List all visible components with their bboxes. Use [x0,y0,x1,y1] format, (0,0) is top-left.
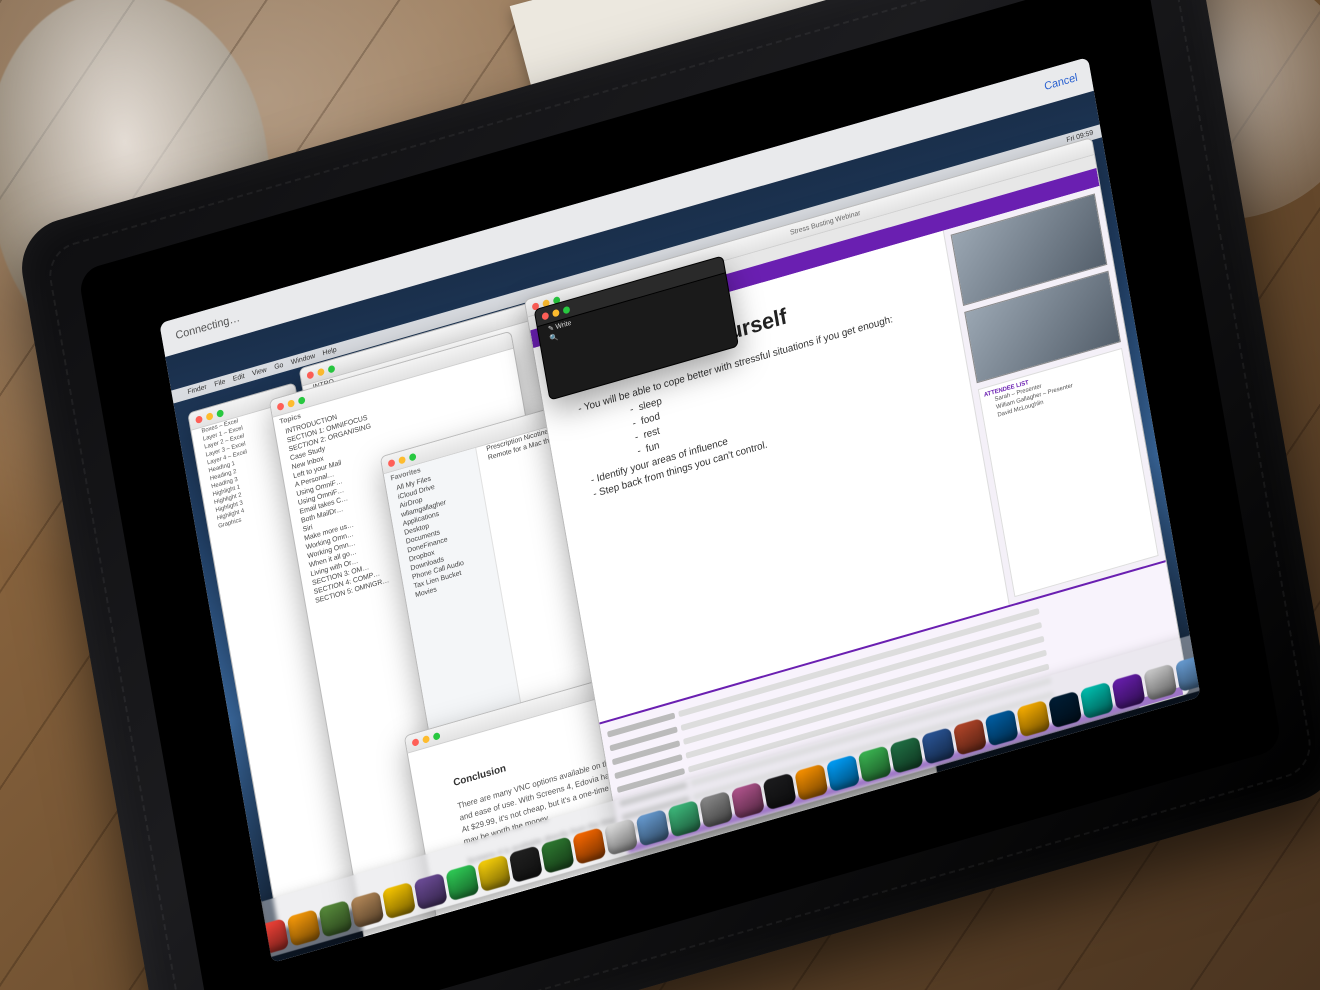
dock-app-icon[interactable] [1143,663,1177,701]
cancel-button[interactable]: Cancel [1043,72,1078,93]
dock-app-icon[interactable] [192,936,226,963]
dock-app-icon[interactable] [1016,700,1050,738]
menubar-view[interactable]: View [252,367,268,378]
dock-app-icon[interactable] [255,918,289,956]
dock-app-icon[interactable] [414,873,448,911]
photo-scene: Connecting… Cancel Finder File Edit View… [0,0,1320,990]
dock-app-icon[interactable] [667,800,701,838]
dock-app-icon[interactable] [699,791,733,829]
dock-app-icon[interactable] [858,745,892,783]
dock-app-icon[interactable] [159,954,162,963]
dock-app-icon[interactable] [953,718,987,756]
dock-app-icon[interactable] [541,836,575,874]
dock-app-icon[interactable] [794,763,828,801]
dock-app-icon[interactable] [223,927,257,963]
dock-app-icon[interactable] [1175,654,1201,692]
dock-app-icon[interactable] [985,709,1019,747]
menubar-go[interactable]: Go [274,362,284,372]
dock-app-icon[interactable] [763,772,797,810]
dock-app-icon[interactable] [445,863,479,901]
dock-app-icon[interactable] [350,891,384,929]
dock-app-icon[interactable] [287,909,321,947]
dock-app-icon[interactable] [572,827,606,865]
dock-app-icon[interactable] [731,782,765,820]
dock-app-icon[interactable] [382,882,416,920]
dock-app-icon[interactable] [636,809,670,847]
dock-app-icon[interactable] [160,945,194,963]
dock-app-icon[interactable] [889,736,923,774]
menubar-edit[interactable]: Edit [232,373,245,383]
dock-app-icon[interactable] [477,854,511,892]
dock-app-icon[interactable] [604,818,638,856]
menubar-help[interactable]: Help [322,346,337,357]
dock-app-icon[interactable] [1048,691,1082,729]
mac-desktop: Finder File Edit View Go Window Help Fri… [165,91,1200,963]
dock-app-icon[interactable] [509,845,543,883]
dock-app-icon[interactable] [921,727,955,765]
ipad-screen: Connecting… Cancel Finder File Edit View… [159,57,1200,963]
menubar-file[interactable]: File [214,378,226,388]
dock-app-icon[interactable] [1080,681,1114,719]
dock-app-icon[interactable] [826,754,860,792]
menubar-app[interactable]: Finder [187,384,207,396]
dock-app-icon[interactable] [318,900,352,938]
dock-app-icon[interactable] [1112,672,1146,710]
